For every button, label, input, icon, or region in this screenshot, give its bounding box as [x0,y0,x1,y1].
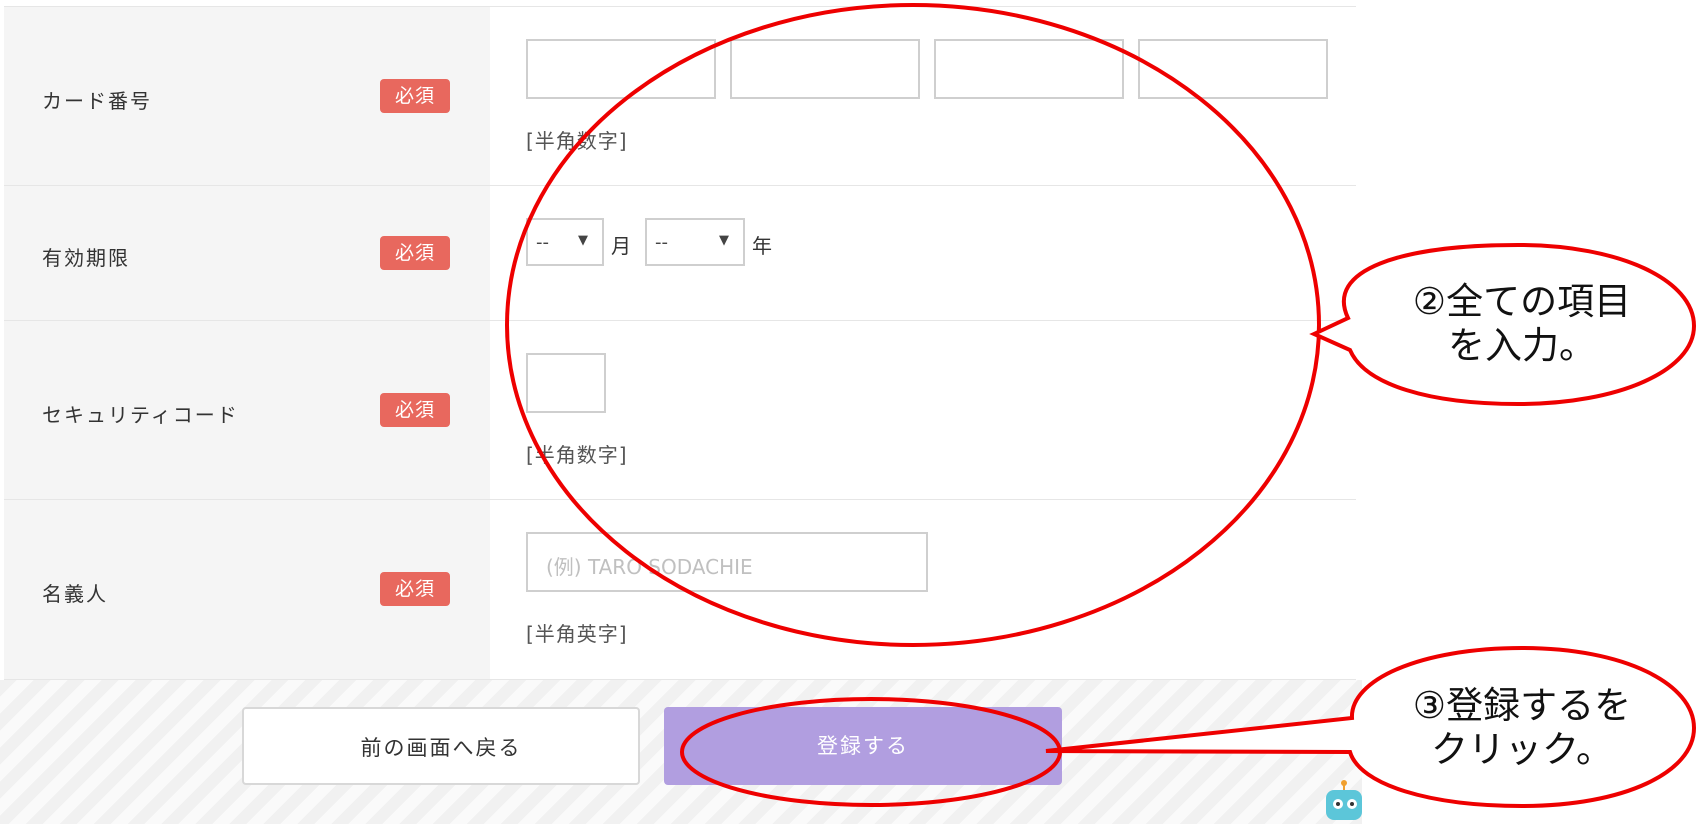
page: カード番号 必須 [半角数字] 有効期限 必須 -- ▼ 月 -- ▼ 年 セキ… [0,0,1698,824]
caret-down-icon: ▼ [719,233,729,248]
expiry-month-select[interactable]: -- ▼ [526,218,604,266]
expiry-month-value: -- [536,232,549,253]
callout-inputs-text: ②全ての項目 を入力。 [1392,280,1652,368]
field-cell: [半角数字] [490,7,1356,185]
callout-submit-line1: ③登録するを [1412,684,1632,727]
required-badge: 必須 [380,236,450,270]
security-code-input[interactable] [526,353,606,413]
required-badge: 必須 [380,393,450,427]
card-number-input-4[interactable] [1138,39,1328,99]
expiry-month-unit: 月 [611,234,631,258]
expiry-year-select[interactable]: -- ▼ [645,218,745,266]
cardholder-hint: [半角英字] [526,622,628,646]
cardholder-placeholder: (例) TARO SODACHIE [546,555,753,579]
security-code-hint: [半角数字] [526,443,628,467]
expiry-year-value: -- [655,232,668,253]
register-button[interactable]: 登録する [664,707,1062,785]
field-cell: (例) TARO SODACHIE [半角英字] [490,500,1356,679]
label-cell: セキュリティコード 必須 [4,321,490,499]
field-label-cardholder: 名義人 [42,582,108,606]
callout-submit-text: ③登録するを クリック。 [1392,684,1652,772]
field-label-card-number: カード番号 [42,89,152,113]
row-security-code: セキュリティコード 必須 [半角数字] [4,320,1356,499]
expiry-year-unit: 年 [752,234,772,258]
callout-inputs-line1: ②全ての項目 [1412,280,1632,323]
label-cell: 名義人 必須 [4,500,490,679]
card-number-hint: [半角数字] [526,129,628,153]
callout-inputs-line2: を入力。 [1448,324,1596,367]
card-number-input-1[interactable] [526,39,716,99]
field-label-security-code: セキュリティコード [42,403,239,427]
required-badge: 必須 [380,572,450,606]
cardholder-input[interactable]: (例) TARO SODACHIE [526,532,928,592]
robot-mascot-icon [1326,780,1362,820]
field-cell: -- ▼ 月 -- ▼ 年 [490,186,1356,320]
caret-down-icon: ▼ [578,233,588,248]
back-button[interactable]: 前の画面へ戻る [242,707,640,785]
row-card-number: カード番号 必須 [半角数字] [4,6,1356,185]
label-cell: カード番号 必須 [4,7,490,185]
card-number-input-2[interactable] [730,39,920,99]
required-badge: 必須 [380,79,450,113]
field-cell: [半角数字] [490,321,1356,499]
card-number-input-3[interactable] [934,39,1124,99]
callout-submit-line2: クリック。 [1430,728,1614,771]
label-cell: 有効期限 必須 [4,186,490,320]
row-cardholder: 名義人 必須 (例) TARO SODACHIE [半角英字] [4,499,1356,680]
field-label-expiry: 有効期限 [42,246,130,270]
row-expiry: 有効期限 必須 -- ▼ 月 -- ▼ 年 [4,185,1356,320]
